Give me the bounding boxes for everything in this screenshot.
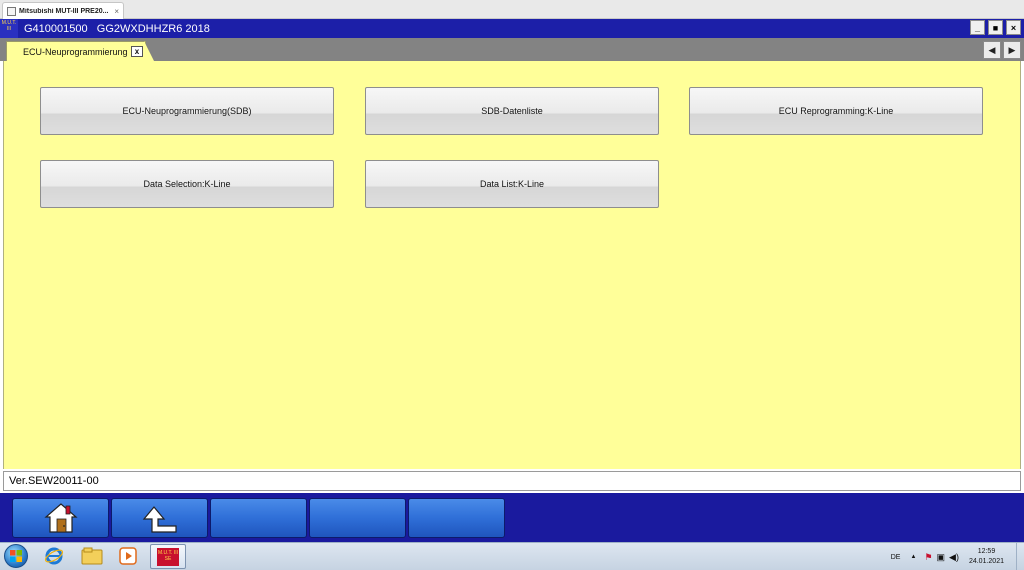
app-titlebar: M.U.T. III G410001500 GG2WXDHHZR6 2018 _… xyxy=(0,19,1024,38)
ecu-reprogramming-sdb-button[interactable]: ECU-Neuprogrammierung(SDB) xyxy=(40,87,334,135)
tab-ecu-neuprogrammierung[interactable]: ECU-Neuprogrammierung x xyxy=(6,41,146,61)
play-icon xyxy=(119,547,137,565)
function-key-3[interactable] xyxy=(210,498,307,538)
data-selection-kline-button[interactable]: Data Selection:K-Line xyxy=(40,160,334,208)
volume-icon[interactable]: ◀) xyxy=(949,552,959,563)
screen: Mitsubishi MUT-III PRE20... × M.U.T. III… xyxy=(0,0,1024,570)
mut-taskbar-button[interactable]: M.U.T. III SE xyxy=(150,544,186,569)
tab-edge xyxy=(144,41,154,61)
windows-taskbar: M.U.T. III SE DE ▲ ⚑ ▣ ◀) 12:59 24.01.20… xyxy=(0,542,1024,570)
clock[interactable]: 12:59 24.01.2021 xyxy=(969,547,1004,567)
minimize-button[interactable]: _ xyxy=(970,20,985,35)
maximize-button[interactable]: ■ xyxy=(988,20,1003,35)
folder-icon xyxy=(81,547,103,565)
function-key-5[interactable] xyxy=(408,498,505,538)
tab-navigation: ◀ ▶ xyxy=(983,41,1021,59)
browser-tab-close-button[interactable]: × xyxy=(114,7,119,16)
show-hidden-icons-icon[interactable]: ▲ xyxy=(910,554,916,560)
language-indicator[interactable]: DE xyxy=(891,554,901,561)
home-button[interactable] xyxy=(12,498,109,538)
back-icon xyxy=(142,506,177,533)
function-key-4[interactable] xyxy=(309,498,406,538)
ie-logo-icon xyxy=(44,547,64,565)
tab-scroll-right-button[interactable]: ▶ xyxy=(1003,41,1021,59)
close-button[interactable]: × xyxy=(1006,20,1021,35)
home-icon xyxy=(43,503,78,533)
tab-scroll-left-button[interactable]: ◀ xyxy=(983,41,1001,59)
media-player-icon[interactable] xyxy=(116,545,140,567)
tab-label: ECU-Neuprogrammierung xyxy=(23,46,128,57)
version-bar: Ver.SEW20011-00 xyxy=(3,471,1021,491)
function-key-bar xyxy=(0,491,1024,542)
start-button[interactable] xyxy=(4,544,28,568)
internet-explorer-icon[interactable] xyxy=(42,545,66,567)
windows-logo-icon xyxy=(10,550,22,562)
browser-tab[interactable]: Mitsubishi MUT-III PRE20... × xyxy=(2,2,124,19)
tab-close-button[interactable]: x xyxy=(131,46,143,57)
file-explorer-icon[interactable] xyxy=(80,545,104,567)
show-desktop-button[interactable] xyxy=(1016,543,1024,570)
window-controls: _ ■ × xyxy=(970,20,1021,35)
clock-date: 24.01.2021 xyxy=(968,558,1004,565)
browser-tab-title: Mitsubishi MUT-III PRE20... xyxy=(19,7,109,15)
page-icon xyxy=(7,6,16,16)
data-list-kline-button[interactable]: Data List:K-Line xyxy=(365,160,659,208)
mut-app-logo: M.U.T. III SE xyxy=(157,547,179,566)
mut-logo: M.U.T. III xyxy=(0,19,18,38)
version-text: Ver.SEW20011-00 xyxy=(9,475,99,487)
window-title: G410001500 GG2WXDHHZR6 2018 xyxy=(24,22,210,35)
ecu-reprogramming-kline-button[interactable]: ECU Reprogramming:K-Line xyxy=(689,87,983,135)
network-icon[interactable]: ▣ xyxy=(937,552,946,563)
back-button[interactable] xyxy=(111,498,208,538)
action-center-icon[interactable]: ⚑ xyxy=(924,552,932,563)
browser-tabstrip: Mitsubishi MUT-III PRE20... × xyxy=(0,0,1024,19)
system-tray: DE ▲ ⚑ ▣ ◀) 12:59 24.01.2021 xyxy=(891,543,1024,570)
sdb-data-list-button[interactable]: SDB-Datenliste xyxy=(365,87,659,135)
clock-time: 12:59 xyxy=(977,548,996,555)
function-tabbar: ECU-Neuprogrammierung x ◀ ▶ xyxy=(0,38,1024,61)
main-panel: ECU-Neuprogrammierung(SDB) SDB-Datenlist… xyxy=(3,61,1021,469)
